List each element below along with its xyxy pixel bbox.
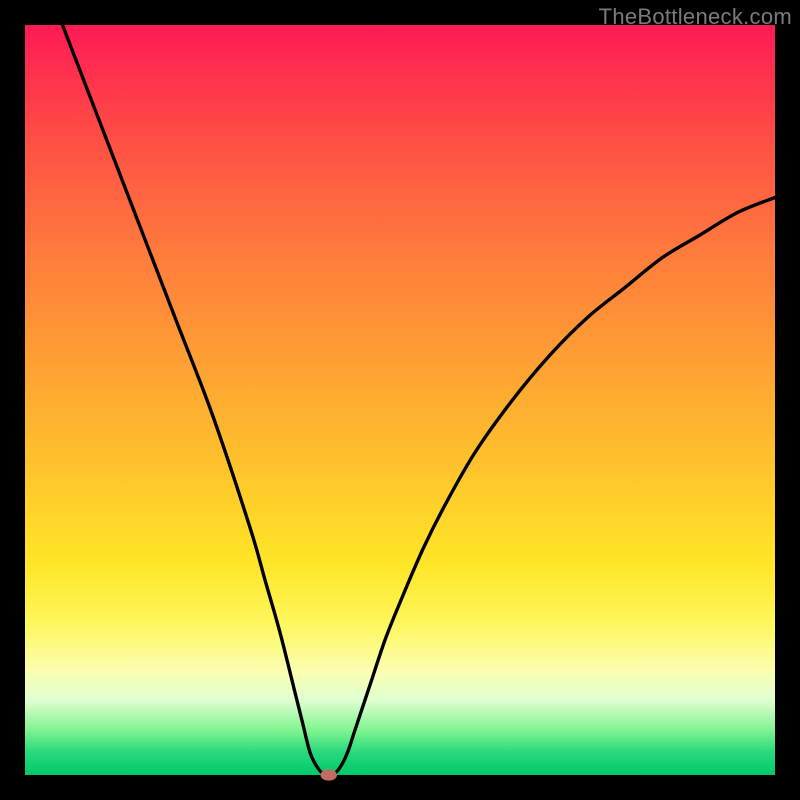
- minimum-marker: [321, 769, 338, 780]
- bottleneck-curve: [63, 25, 776, 776]
- chart-frame: TheBottleneck.com: [0, 0, 800, 800]
- plot-area: [25, 25, 775, 775]
- curve-svg: [25, 25, 775, 775]
